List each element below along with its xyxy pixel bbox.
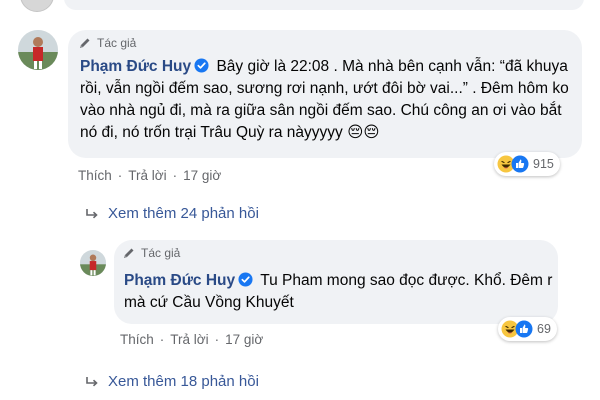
avatar[interactable] [20,0,54,12]
commenter-avatar[interactable] [18,30,58,70]
view-more-replies-link[interactable]: Xem thêm 18 phản hồi [84,373,259,390]
separator-dot: · [214,332,220,347]
author-tag: Tác giả [122,246,180,260]
reaction-count: 69 [537,322,551,336]
separator-dot: · [159,332,165,347]
reply-actions: Thích · Trả lời · 17 giờ [120,332,263,347]
reply-button[interactable]: Trả lời [128,168,166,183]
view-more-label: Xem thêm 18 phản hồi [108,373,259,390]
comment-text-line-1: Bây giờ là 22:08 . Mà nhà bên cạnh vẫn: … [216,58,568,75]
like-button[interactable]: Thích [78,168,112,183]
replier-name[interactable]: Phạm Đức Huy [124,272,235,289]
like-button[interactable]: Thích [120,332,154,347]
verified-badge-icon [238,272,253,287]
comment-actions: Thích · Trả lời · 17 giờ [78,168,221,183]
reply-text-line-2: mà cứ Cầu Vồng Khuyết [124,294,294,311]
commenter-name[interactable]: Phạm Đức Huy [80,58,191,75]
verified-badge-icon [194,58,209,73]
view-more-label: Xem thêm 24 phản hồi [108,205,259,222]
comment-bubble [64,0,584,10]
comment-text-line-2: rồi, vẫn ngồi đếm sao, sương rơi nạnh, ư… [80,80,569,97]
reply-arrow-icon [86,208,98,218]
pencil-icon [80,38,90,48]
author-tag-label: Tác giả [141,246,181,260]
comment-text-line-4: nó đi, nó trốn trại Trâu Quỳ ra nàyyyyy … [80,124,380,141]
author-tag-label: Tác giả [97,36,137,50]
reply-reaction-summary[interactable]: 69 [498,317,557,341]
comment-body: Phạm Đức Huy Bây giờ là 22:08 . Mà nhà b… [80,56,576,144]
timestamp[interactable]: 17 giờ [183,168,221,183]
reply-arrow-icon [86,376,98,386]
reply-body: Phạm Đức Huy Tu Pham mong sao đọc được. … [124,270,554,314]
separator-dot: · [172,168,178,183]
reply-avatar[interactable] [80,250,106,276]
view-more-replies-link[interactable]: Xem thêm 24 phản hồi [84,205,259,222]
previous-comment-remnant [0,0,600,14]
like-icon [511,155,529,173]
reply-text-line-1: Tu Pham mong sao đọc được. Khổ. Đêm r [260,272,553,289]
timestamp[interactable]: 17 giờ [225,332,263,347]
like-icon [515,320,533,338]
separator-dot: · [117,168,123,183]
comment-text-line-3: vào nhà ngủ đi, mà ra giữa sân ngồi đếm … [80,102,562,119]
reply-button[interactable]: Trả lời [170,332,208,347]
pencil-icon [124,248,134,258]
reaction-count: 915 [533,157,554,171]
author-tag: Tác giả [78,36,136,50]
reaction-summary[interactable]: 915 [494,152,560,176]
